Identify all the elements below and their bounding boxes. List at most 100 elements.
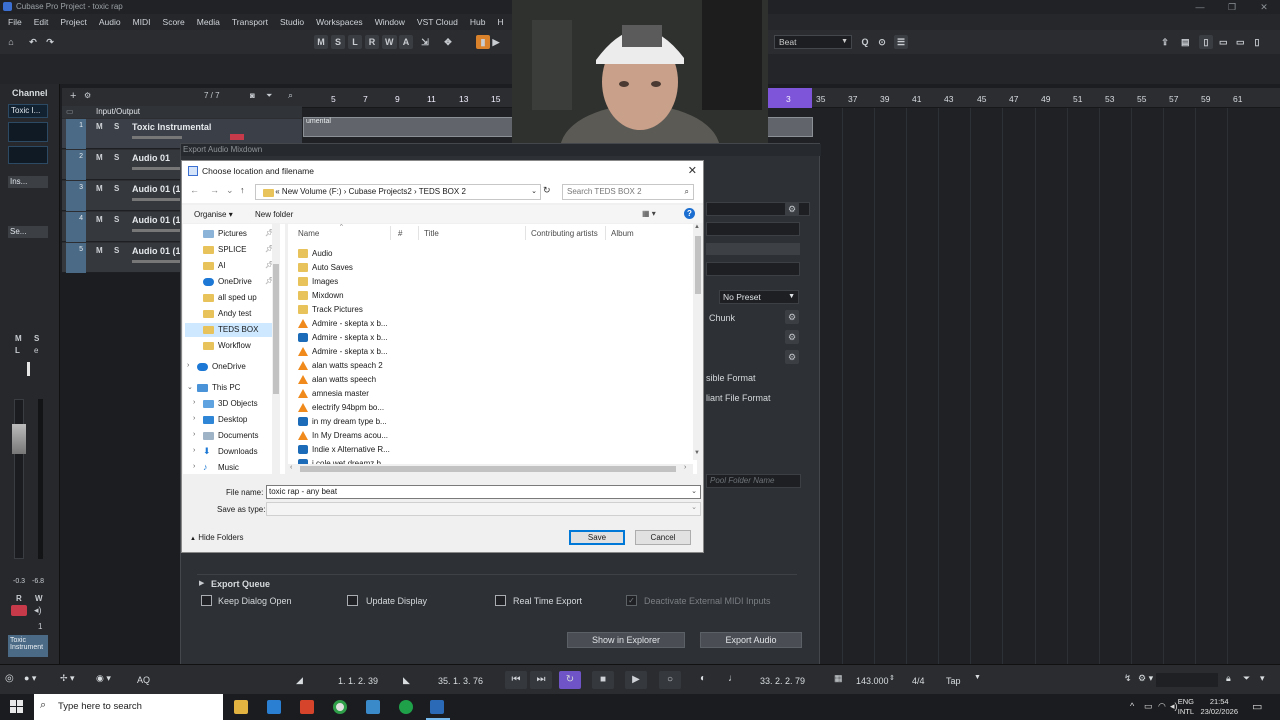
expand-chevron-icon[interactable]: › [193, 447, 195, 454]
marker-field[interactable] [1156, 673, 1218, 687]
sends-section[interactable]: Se... [8, 226, 48, 238]
chevron-down-icon[interactable]: ▼ [974, 674, 981, 681]
write-automation-button[interactable]: W [35, 594, 43, 603]
channel-edit-icon[interactable]: e [34, 346, 38, 355]
column-header-number[interactable]: # [398, 229, 402, 238]
column-header-album[interactable]: Album [611, 229, 634, 238]
column-header-name[interactable]: Name [298, 229, 319, 238]
nav-item-teds-box[interactable]: TEDS BOX [185, 323, 273, 337]
expand-chevron-icon[interactable]: › [193, 463, 195, 470]
column-header-artists[interactable]: Contributing artists [531, 229, 598, 238]
menu-help[interactable]: H [497, 17, 503, 27]
address-segment[interactable]: TEDS BOX 2 [419, 187, 466, 196]
go-to-start-button[interactable]: ⏮ [505, 671, 527, 689]
tempo-track-icon[interactable]: ▦ [834, 673, 843, 684]
layout-left-icon[interactable]: ▯ [1199, 35, 1213, 49]
camera-icon[interactable]: ◙ [250, 91, 255, 100]
help-icon[interactable]: ? [684, 208, 695, 219]
folder-track[interactable]: ▭ Input/Output [62, 106, 302, 118]
show-in-explorer-button[interactable]: Show in Explorer [567, 632, 685, 648]
track-volume-slider[interactable] [132, 260, 182, 263]
play-button[interactable]: ▶ [625, 671, 647, 689]
refresh-icon[interactable]: ↻ [543, 185, 551, 196]
position-value[interactable]: 33. 2. 2. 79 [760, 676, 805, 686]
nav-item-onedrive-quick[interactable]: OneDrive 📌︎ [203, 277, 274, 289]
pan-indicator[interactable] [27, 362, 30, 376]
left-locator-value[interactable]: 1. 1. 2. 39 [338, 676, 378, 686]
taskbar-clock[interactable]: 21:54 23/02/2026 [1200, 697, 1238, 717]
hscroll-thumb[interactable] [300, 466, 676, 472]
tool-icon[interactable]: ⇲ [418, 35, 432, 49]
search-tracks-icon[interactable]: ⌕ [288, 90, 293, 101]
track-name[interactable]: Audio 01 (1 [132, 184, 181, 194]
record-mode-icon[interactable]: ◎ [5, 673, 14, 684]
quantize-icon[interactable]: Q [858, 35, 872, 49]
track-volume-slider[interactable] [132, 167, 182, 170]
app-icon[interactable] [366, 700, 380, 714]
scroll-up-icon[interactable]: ▲ [694, 224, 700, 230]
tray-chevron-icon[interactable]: ^ [1130, 701, 1134, 711]
monitor-icon[interactable]: ◂) [34, 605, 42, 616]
channel-mute-button[interactable]: M [15, 334, 22, 343]
track-name[interactable]: Toxic Instrumental [132, 122, 211, 132]
menu-transport[interactable]: Transport [232, 17, 268, 27]
track-options-icon[interactable]: ⚙ [84, 91, 91, 100]
search-input[interactable]: Search TEDS BOX 2 ⌕ [562, 184, 694, 200]
inserts-section[interactable]: Ins... [8, 176, 48, 188]
up-arrow-icon[interactable]: ↑ [240, 185, 245, 195]
auto-quantize-button[interactable]: AQ [137, 675, 150, 685]
close-window-button[interactable]: ✕ [1249, 0, 1279, 14]
menu-edit[interactable]: Edit [34, 17, 49, 27]
menu-file[interactable]: File [8, 17, 22, 27]
punch-icon[interactable]: ◉ ▾ [96, 673, 111, 684]
write-button[interactable]: W [382, 35, 397, 49]
volume-icon[interactable]: ◂) [1170, 701, 1178, 712]
channel-eq-display-2[interactable] [8, 146, 48, 164]
expand-chevron-icon[interactable]: › [193, 431, 195, 438]
record-enable-button[interactable] [11, 605, 27, 616]
snap-icon[interactable]: ▮ [476, 35, 490, 49]
track-mute-button[interactable]: M [96, 184, 103, 193]
expand-chevron-icon[interactable]: › [193, 415, 195, 422]
track-volume-slider[interactable] [132, 136, 182, 139]
xbox-icon[interactable] [399, 700, 413, 714]
track-solo-button[interactable]: S [114, 153, 119, 162]
menu-vst-cloud[interactable]: VST Cloud [417, 17, 458, 27]
nav-item-splice[interactable]: SPLICE 📌︎ [203, 245, 274, 257]
file-explorer-icon[interactable] [234, 700, 248, 714]
column-separator[interactable] [605, 226, 606, 240]
lock-icon[interactable]: 🔒︎ [1226, 673, 1231, 684]
tempo-value[interactable]: 143.000 [856, 676, 889, 686]
track-name[interactable]: Audio 01 [132, 153, 170, 163]
nav-item-3d-objects[interactable]: › 3D Objects [193, 399, 273, 411]
notification-icon[interactable]: ▭ [1252, 700, 1262, 713]
left-locator-icon[interactable]: ◢ [296, 675, 303, 686]
collapse-chevron-icon[interactable]: ⌄ [187, 383, 193, 391]
forward-arrow-icon[interactable]: → [210, 185, 219, 195]
channel-listen-button[interactable]: L [15, 346, 20, 355]
export-type-select[interactable] [706, 262, 800, 276]
scroll-down-icon[interactable]: ▼ [694, 450, 700, 456]
layout-right-icon[interactable]: ▯ [1250, 35, 1264, 49]
export-name-select[interactable] [706, 222, 800, 236]
mute-all-button[interactable]: M [314, 35, 328, 49]
export-queue-label[interactable]: Export Queue [211, 579, 270, 589]
track-record-button[interactable] [230, 134, 244, 140]
chevron-down-icon[interactable]: ⌄ [691, 486, 697, 498]
minimize-button[interactable]: — [1185, 0, 1215, 14]
menu-project[interactable]: Project [60, 17, 86, 27]
windows-start-icon[interactable] [10, 700, 23, 713]
filter-icon[interactable]: ⏷ [1243, 673, 1250, 684]
fl-studio-icon[interactable] [300, 700, 314, 714]
hide-folders-toggle[interactable]: ▲ Hide Folders [190, 533, 244, 542]
menu-studio[interactable]: Studio [280, 17, 304, 27]
wifi-icon[interactable]: ◠ [1158, 701, 1166, 712]
nav-scroll-thumb[interactable] [273, 264, 279, 394]
nav-item-pictures[interactable]: Pictures 📌︎ [203, 229, 274, 241]
view-options-icon[interactable]: ▦ ▾ [642, 209, 656, 218]
menu-media[interactable]: Media [197, 17, 220, 27]
address-segment[interactable]: New Volume (F:) [282, 187, 342, 196]
network-icon[interactable]: ▭ [1144, 701, 1153, 712]
new-folder-button[interactable]: New folder [255, 210, 293, 219]
menu-score[interactable]: Score [163, 17, 185, 27]
